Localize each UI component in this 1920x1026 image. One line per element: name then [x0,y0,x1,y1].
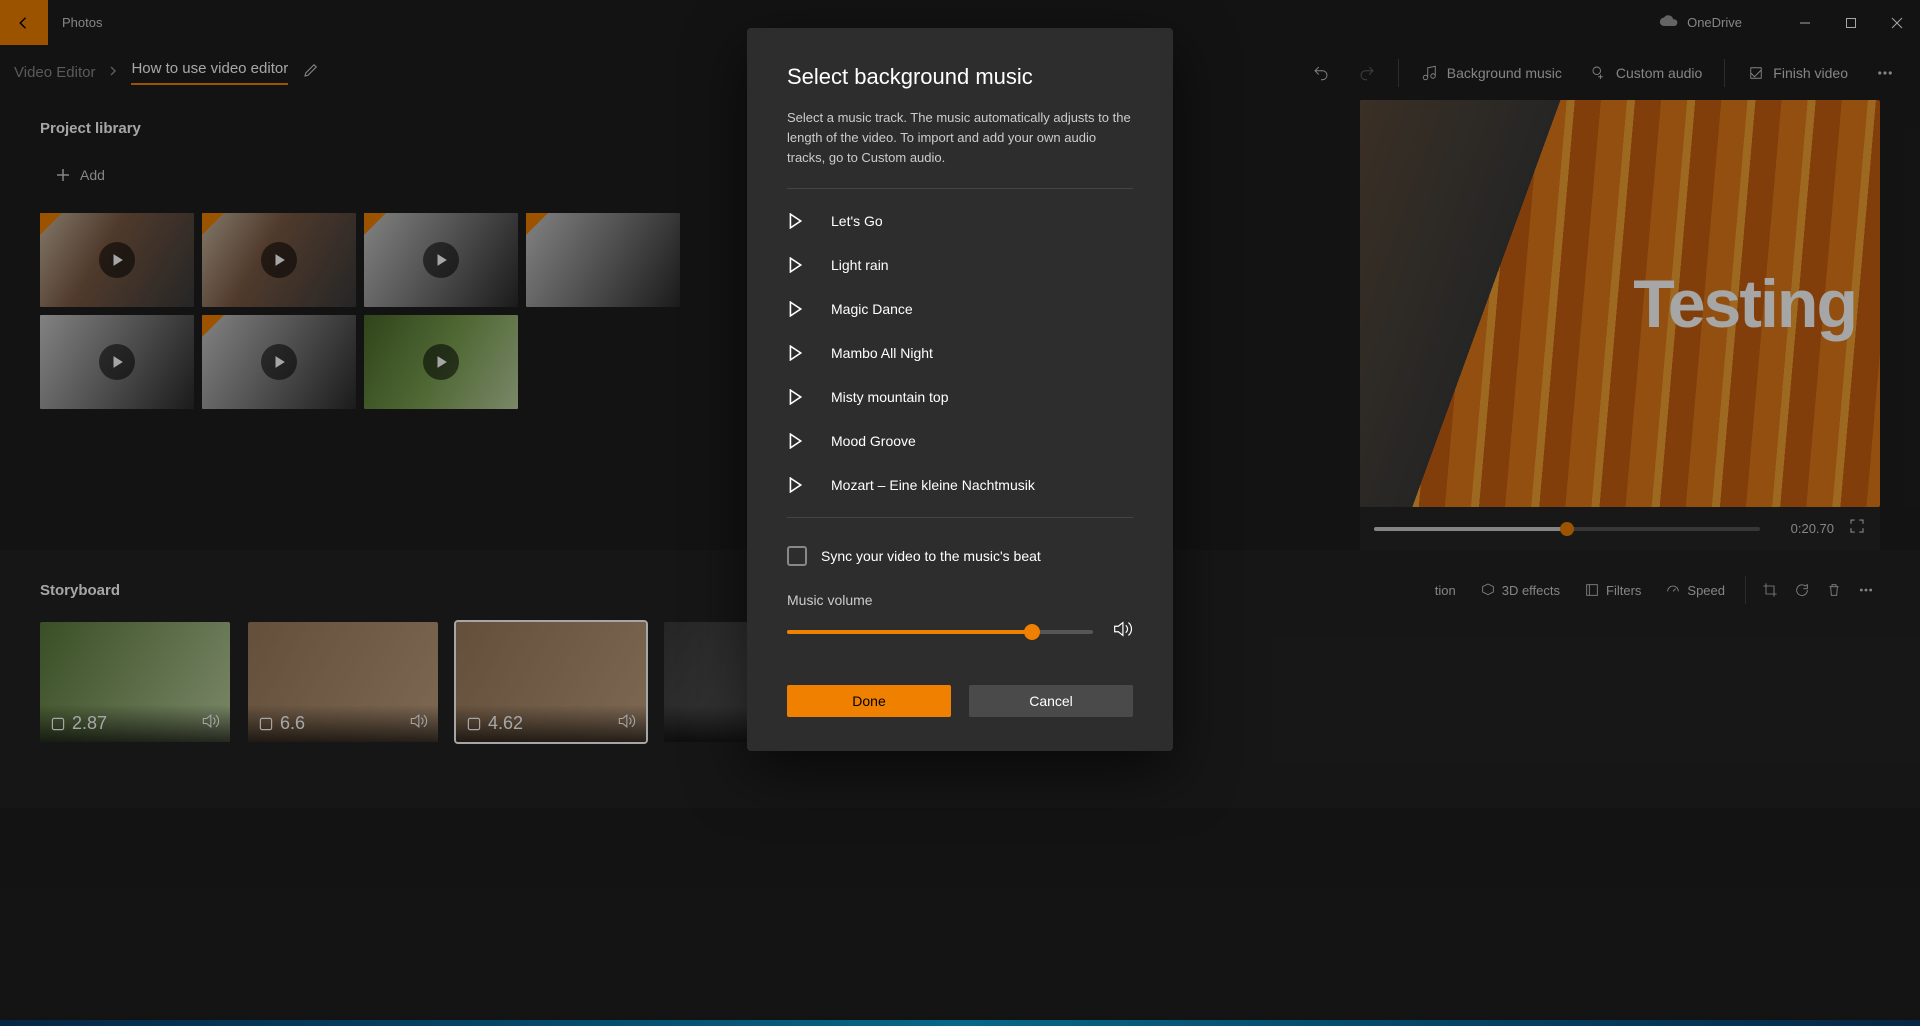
music-track[interactable]: Mozart – Eine kleine Nachtmusik [787,463,1133,507]
volume-row [787,618,1133,645]
sync-label: Sync your video to the music's beat [821,548,1041,564]
play-icon [787,301,803,317]
volume-slider[interactable] [787,630,1093,634]
modal-overlay: Select background music Select a music t… [0,0,1920,1026]
music-track[interactable]: Light rain [787,243,1133,287]
play-icon [787,213,803,229]
dialog-actions: Done Cancel [787,685,1133,717]
music-track[interactable]: Mood Groove [787,419,1133,463]
divider [787,517,1133,518]
sync-row: Sync your video to the music's beat [787,528,1133,574]
play-icon [787,257,803,273]
track-list: Let's Go Light rain Magic Dance Mambo Al… [787,199,1133,507]
sync-checkbox[interactable] [787,546,807,566]
play-icon [787,345,803,361]
divider [787,188,1133,189]
dialog-description: Select a music track. The music automati… [787,108,1133,168]
dialog-title: Select background music [787,64,1133,90]
music-track[interactable]: Magic Dance [787,287,1133,331]
speaker-icon [1111,618,1133,645]
cancel-button[interactable]: Cancel [969,685,1133,717]
music-track[interactable]: Let's Go [787,199,1133,243]
volume-label: Music volume [787,592,1133,608]
play-icon [787,477,803,493]
background-music-dialog: Select background music Select a music t… [747,28,1173,751]
play-icon [787,389,803,405]
music-track[interactable]: Misty mountain top [787,375,1133,419]
done-button[interactable]: Done [787,685,951,717]
music-track[interactable]: Mambo All Night [787,331,1133,375]
play-icon [787,433,803,449]
